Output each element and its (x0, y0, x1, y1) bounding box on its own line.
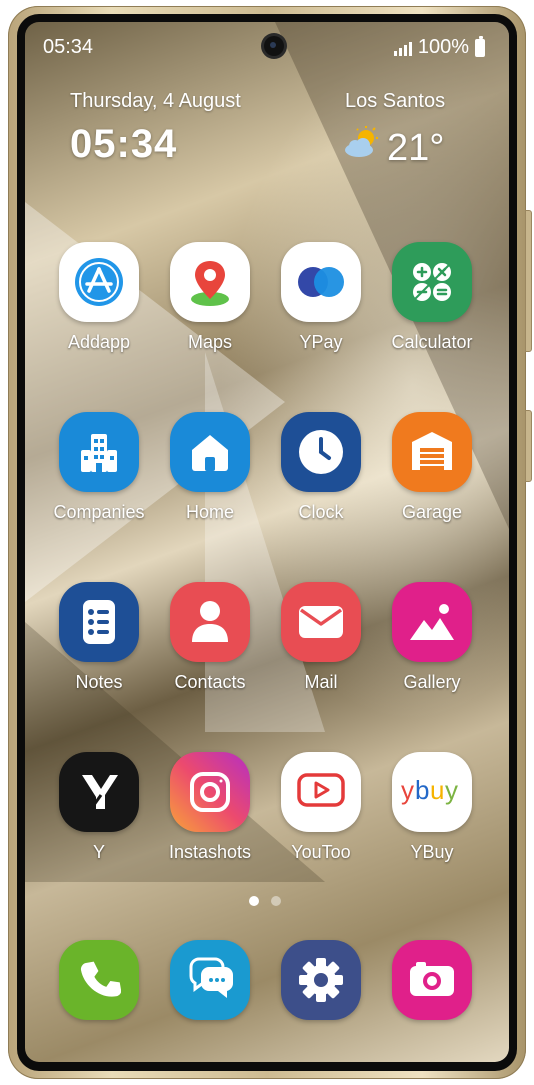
battery-percent: 100% (417, 36, 469, 58)
dock (25, 940, 509, 1040)
clock-icon (281, 412, 361, 492)
home-screen: 05:34 100% Thursday, 4 August 05:34 Los … (25, 22, 509, 1062)
app-contacts[interactable]: Contacts (155, 582, 265, 693)
svg-text:u: u (430, 775, 444, 805)
app-maps[interactable]: Maps (155, 242, 265, 353)
settings-gear-icon (281, 940, 361, 1020)
app-calculator[interactable]: Calculator (377, 242, 487, 353)
svg-text:y: y (445, 775, 458, 805)
signal-icon (393, 40, 412, 56)
app-mail[interactable]: Mail (266, 582, 376, 693)
svg-text:y: y (401, 775, 414, 805)
play-icon (281, 752, 361, 832)
app-instashots[interactable]: Instashots (155, 752, 265, 863)
app-garage[interactable]: Garage (377, 412, 487, 523)
app-gallery[interactable]: Gallery (377, 582, 487, 693)
image-icon (392, 582, 472, 662)
widget-time[interactable]: 05:34 (70, 122, 177, 167)
temperature: 21° (387, 126, 445, 169)
calculator-icon (392, 242, 472, 322)
person-icon (170, 582, 250, 662)
app-companies[interactable]: Companies (44, 412, 154, 523)
page-dot-active (249, 896, 259, 906)
app-youtoo[interactable]: YouToo (266, 752, 376, 863)
y-logo-icon (59, 752, 139, 832)
camera-icon (392, 940, 472, 1020)
dock-settings[interactable] (266, 940, 376, 1020)
widget-city[interactable]: Los Santos (345, 90, 445, 113)
partly-cloudy-icon (343, 126, 381, 170)
app-store-icon (59, 242, 139, 322)
volume-button (525, 210, 532, 352)
dock-camera[interactable] (377, 940, 487, 1020)
envelope-icon (281, 582, 361, 662)
app-y[interactable]: Y (44, 752, 154, 863)
map-pin-icon (170, 242, 250, 322)
pay-icon (281, 242, 361, 322)
messages-icon (170, 940, 250, 1020)
svg-text:b: b (415, 775, 429, 805)
weather-widget[interactable]: 21° (343, 126, 444, 170)
status-right: 100% (393, 35, 485, 59)
building-icon (59, 412, 139, 492)
instagram-icon (170, 752, 250, 832)
app-ybuy[interactable]: y b u y YBuy (377, 752, 487, 863)
front-camera (264, 36, 284, 56)
app-clock[interactable]: Clock (266, 412, 376, 523)
notes-icon (59, 582, 139, 662)
app-ypay[interactable]: YPay (266, 242, 376, 353)
house-icon (170, 412, 250, 492)
phone-icon (59, 940, 139, 1020)
widget-date[interactable]: Thursday, 4 August (70, 90, 241, 113)
garage-icon (392, 412, 472, 492)
ybuy-logo-icon: y b u y (392, 752, 472, 832)
page-dot-inactive (271, 896, 281, 906)
page-indicator[interactable] (249, 896, 281, 906)
app-home[interactable]: Home (155, 412, 265, 523)
dock-phone[interactable] (44, 940, 154, 1020)
battery-icon (475, 35, 485, 57)
status-time: 05:34 (43, 36, 94, 58)
dock-messages[interactable] (155, 940, 265, 1020)
app-addapp[interactable]: Addapp (44, 242, 154, 353)
app-notes[interactable]: Notes (44, 582, 154, 693)
power-button (525, 410, 532, 482)
